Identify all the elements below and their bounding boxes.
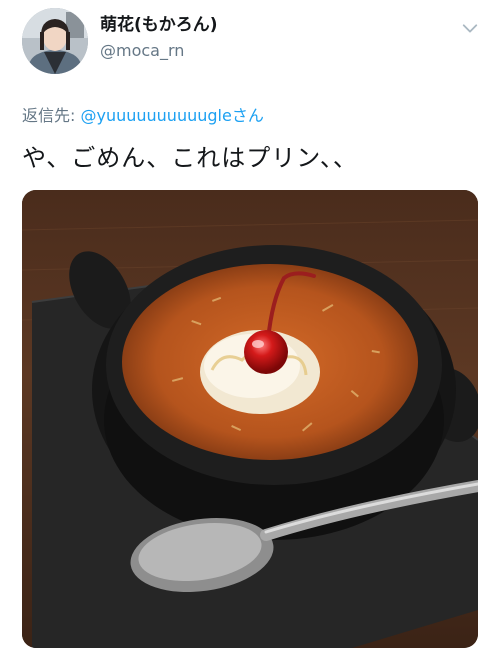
pudding-photo xyxy=(22,190,478,648)
reply-suffix: さん xyxy=(231,106,264,125)
tweet-photo[interactable] xyxy=(22,190,478,648)
name-block: 萌花(もかろん) @moca_rn xyxy=(100,14,218,62)
tweet-header: 萌花(もかろん) @moca_rn xyxy=(22,8,482,74)
display-name[interactable]: 萌花(もかろん) xyxy=(100,14,218,36)
avatar-photo xyxy=(22,8,88,74)
reply-mention-link[interactable]: @yuuuuuuuuuugle xyxy=(80,106,231,125)
user-handle[interactable]: @moca_rn xyxy=(100,40,218,62)
reply-context: 返信先: @yuuuuuuuuuugleさん xyxy=(22,104,264,128)
tweet: 萌花(もかろん) @moca_rn 返信先: @yuuuuuuuuuugleさん… xyxy=(0,0,500,656)
reply-prefix: 返信先: xyxy=(22,106,81,125)
tweet-text: や、ごめん、これはプリン、、 xyxy=(22,144,358,172)
chevron-down-icon[interactable] xyxy=(460,18,480,38)
avatar[interactable] xyxy=(22,8,88,74)
